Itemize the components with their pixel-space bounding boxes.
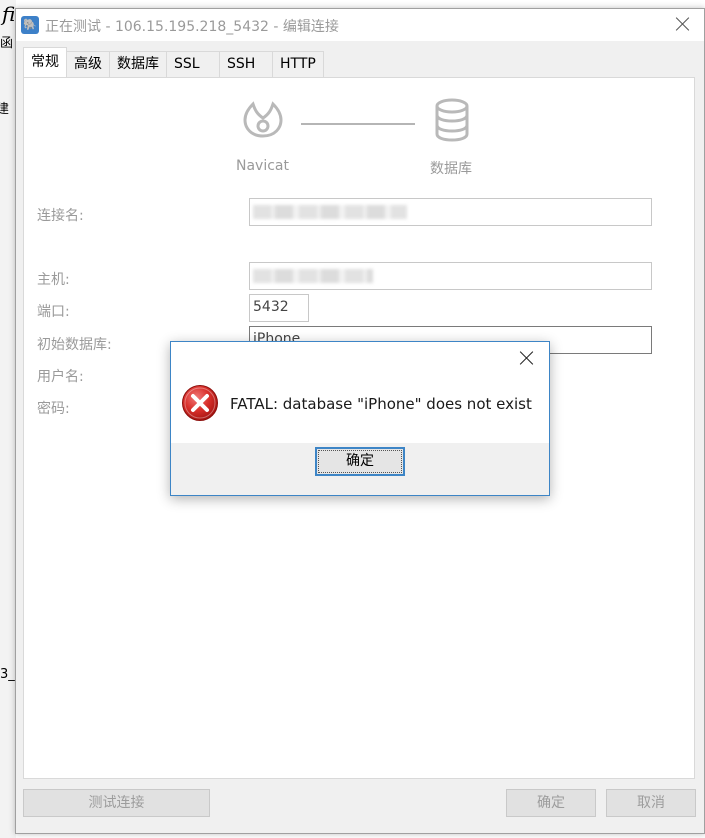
background-func-text: 函 <box>0 36 14 51</box>
redacted-value <box>253 269 373 283</box>
error-message: FATAL: database "iPhone" does not exist <box>230 395 532 413</box>
dialog-ok-button[interactable]: 确定 <box>315 447 405 476</box>
navicat-label: Navicat <box>236 158 289 174</box>
test-connection-button[interactable]: 测试连接 <box>23 789 210 817</box>
tab-http[interactable]: HTTP <box>272 51 324 77</box>
tab-database[interactable]: 数据库 <box>109 51 167 77</box>
tab-ssh[interactable]: SSH <box>219 51 273 77</box>
dialog-close-icon[interactable] <box>519 350 535 366</box>
password-label: 密码: <box>37 401 70 417</box>
background-build-text: 建 <box>0 102 10 117</box>
window-title: 正在测试 - 106.15.195.218_5432 - 编辑连接 <box>45 19 339 35</box>
tab-advanced[interactable]: 高级 <box>66 51 110 77</box>
host-input[interactable] <box>249 262 652 290</box>
connection-line <box>301 123 415 125</box>
window-close-icon[interactable] <box>674 15 692 33</box>
tab-ssl[interactable]: SSL <box>166 51 220 77</box>
error-icon <box>182 385 218 421</box>
dialog-titlebar <box>171 342 549 373</box>
error-dialog: FATAL: database "iPhone" does not exist … <box>170 341 550 496</box>
initial-database-label: 初始数据库: <box>37 337 112 353</box>
dialog-body: FATAL: database "iPhone" does not exist <box>171 373 549 443</box>
background-app-edge <box>0 0 16 838</box>
tab-general[interactable]: 常规 <box>23 47 67 77</box>
username-label: 用户名: <box>37 369 84 385</box>
window-titlebar: 🐘 正在测试 - 106.15.195.218_5432 - 编辑连接 <box>16 9 704 41</box>
port-label: 端口: <box>37 304 70 320</box>
navicat-logo-icon <box>243 101 283 138</box>
host-label: 主机: <box>37 272 70 288</box>
cancel-button[interactable]: 取消 <box>606 789 696 817</box>
connection-name-input[interactable] <box>249 198 652 226</box>
navicat-postgresql-icon: 🐘 <box>21 16 39 34</box>
port-input[interactable]: 5432 <box>249 294 309 322</box>
background-fx-text: fi <box>2 2 16 26</box>
database-icon <box>435 98 469 142</box>
redacted-value <box>253 205 407 219</box>
ok-button[interactable]: 确定 <box>506 789 596 817</box>
database-label: 数据库 <box>430 161 472 177</box>
tab-bar: 常规 高级 数据库 SSL SSH HTTP <box>23 47 324 77</box>
connection-name-label: 连接名: <box>37 208 84 224</box>
